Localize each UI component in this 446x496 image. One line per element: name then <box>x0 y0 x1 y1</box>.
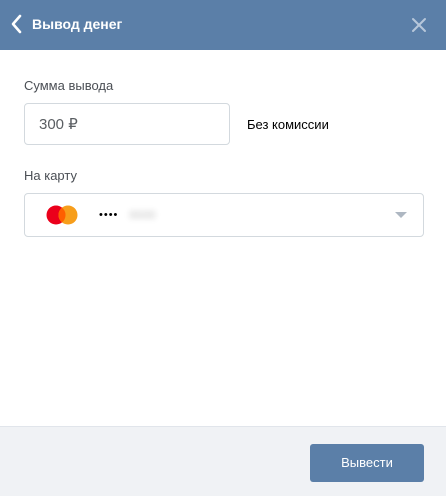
card-label: На карту <box>24 168 77 183</box>
chevron-left-icon[interactable] <box>10 13 22 35</box>
amount-value: 300 ₽ <box>39 116 78 133</box>
caret-down-icon <box>395 212 407 218</box>
card-masked-number: •••• <box>99 209 119 221</box>
close-icon[interactable] <box>411 17 427 33</box>
withdraw-form: Сумма вывода 300 ₽ Без комиссии На карту… <box>0 50 446 426</box>
modal-header: Вывод денег <box>0 0 446 50</box>
amount-input[interactable]: 300 ₽ <box>24 103 230 145</box>
commission-note: Без комиссии <box>247 117 329 132</box>
mastercard-icon <box>46 205 78 225</box>
amount-label: Сумма вывода <box>24 78 114 93</box>
withdraw-button[interactable]: Вывести <box>310 444 424 482</box>
card-select-dropdown[interactable]: •••• 0000 <box>24 193 424 237</box>
modal-footer: Вывести <box>0 426 446 496</box>
modal-title: Вывод денег <box>32 16 123 32</box>
card-number-blurred: 0000 <box>129 208 156 222</box>
